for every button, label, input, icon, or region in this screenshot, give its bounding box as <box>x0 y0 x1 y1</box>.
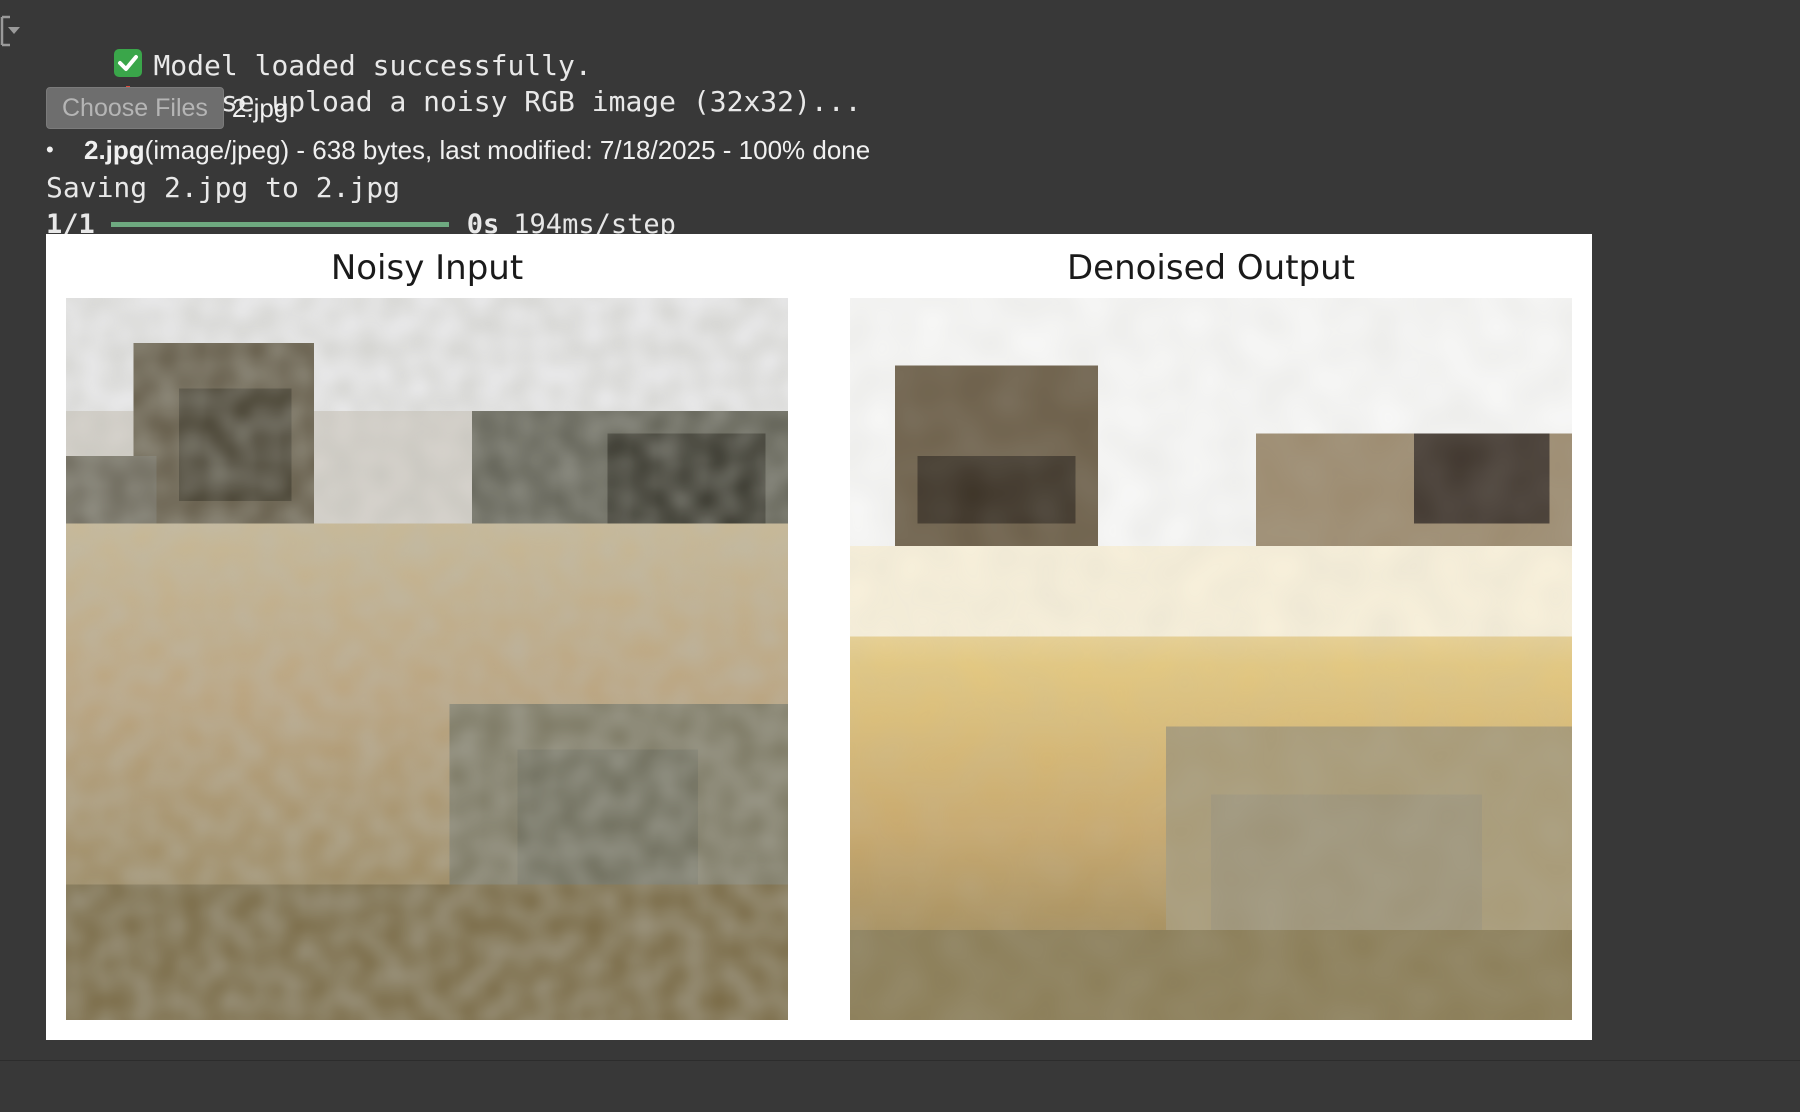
uploaded-file-name: 2.jpg <box>84 134 145 165</box>
noisy-input-title: Noisy Input <box>330 248 524 288</box>
selected-file-name: 2.jpg <box>231 92 289 123</box>
comparison-figure: Noisy Input Denoised Output <box>46 234 1592 1040</box>
denoised-output-image <box>850 298 1572 1020</box>
saving-line: Saving 2.jpg to 2.jpg <box>46 171 401 204</box>
cell-output-collapse-icon[interactable] <box>0 14 22 48</box>
uploaded-file-details: (image/jpeg) - 638 bytes, last modified:… <box>144 134 871 165</box>
choose-files-button[interactable]: Choose Files <box>46 87 224 129</box>
status-line-model-loaded: Model loaded successfully. <box>46 12 1746 82</box>
cell-divider <box>0 1060 1800 1061</box>
noisy-input-image <box>66 298 788 1020</box>
cell-output: Model loaded successfully. Please upload… <box>46 12 1746 242</box>
status-text: Model loaded successfully. <box>153 49 592 82</box>
denoised-output-title: Denoised Output <box>1066 248 1356 288</box>
uploaded-file-item: • 2.jpg (image/jpeg) - 638 bytes, last mo… <box>46 130 1746 170</box>
bullet-marker: • <box>46 137 54 162</box>
progress-bar <box>110 221 449 227</box>
check-mark-icon <box>114 49 143 77</box>
